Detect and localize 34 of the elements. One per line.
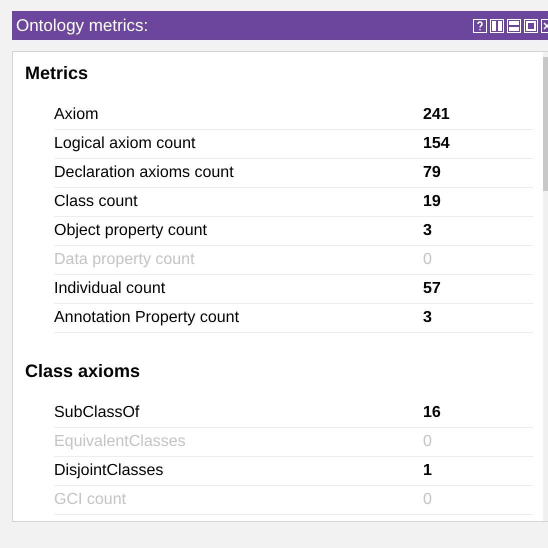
section-heading: Metrics (25, 62, 90, 85)
metric-label: GCI count (54, 490, 128, 510)
metric-label: Object property count (54, 221, 208, 241)
scrollbar-thumb[interactable] (543, 57, 548, 191)
metric-value: 3 (423, 221, 432, 241)
help-icon[interactable] (473, 18, 487, 32)
metric-label: Axiom (54, 105, 100, 125)
metric-label: SubClassOf (54, 403, 140, 423)
metric-label: Declaration axioms count (54, 163, 235, 183)
metric-label: Class count (54, 192, 139, 212)
metric-value: 79 (423, 163, 441, 183)
window-title: Ontology metrics: (16, 14, 148, 37)
maximize-icon[interactable] (524, 18, 538, 32)
metric-value: 241 (423, 105, 450, 125)
metric-value: 57 (423, 279, 441, 299)
metric-label: EquivalentClasses (54, 432, 187, 452)
metric-value: 0 (423, 250, 432, 270)
split-columns-icon[interactable] (490, 18, 504, 32)
split-rows-icon[interactable] (507, 18, 521, 32)
close-icon[interactable] (541, 18, 548, 32)
section-heading: Class axioms (25, 360, 142, 383)
scrollbar[interactable] (543, 52, 548, 521)
metric-value: 19 (423, 192, 441, 212)
metric-value: 1 (423, 461, 432, 481)
metric-value: 154 (423, 134, 450, 154)
metric-label: Annotation Property count (54, 308, 240, 328)
metric-value: 16 (423, 403, 441, 423)
metric-value: 0 (423, 432, 432, 452)
metric-label: Data property count (54, 250, 196, 270)
metric-label: Individual count (54, 279, 166, 299)
metric-value: 3 (423, 308, 432, 328)
metric-label: DisjointClasses (54, 461, 164, 481)
metric-label: Logical axiom count (54, 134, 196, 154)
metric-value: 0 (423, 490, 432, 510)
